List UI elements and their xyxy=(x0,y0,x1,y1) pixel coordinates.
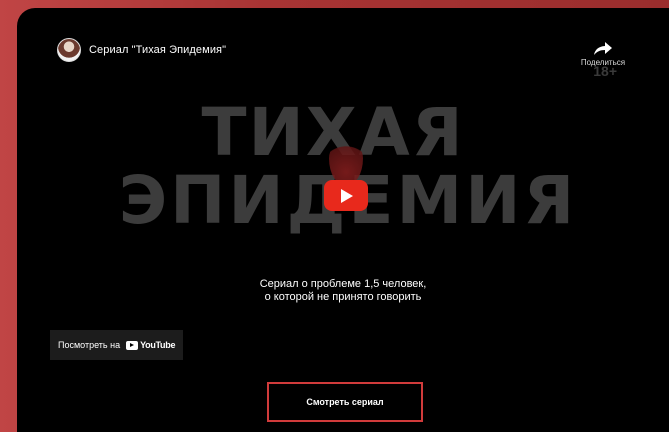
description-line-2: о которой не принято говорить xyxy=(264,291,422,303)
watch-series-label: Смотреть сериал xyxy=(306,397,384,407)
video-title[interactable]: Сериал "Тихая Эпидемия" xyxy=(89,44,226,56)
description-line-1: Сериал о проблеме 1,5 человек, xyxy=(259,278,427,290)
watch-on-youtube-button[interactable]: Посмотреть на YouTube xyxy=(50,330,184,360)
video-player[interactable]: Сериал "Тихая Эпидемия" Поделиться 18+ Т… xyxy=(17,8,669,432)
share-arrow-icon xyxy=(594,42,612,55)
video-description: Сериал о проблеме 1,5 человек, о которой… xyxy=(17,278,669,304)
page: Сериал "Тихая Эпидемия" Поделиться 18+ Т… xyxy=(0,0,669,432)
watch-series-button[interactable]: Смотреть сериал xyxy=(267,382,423,422)
watch-on-label: Посмотреть на xyxy=(58,340,121,350)
player-header: Сериал "Тихая Эпидемия" xyxy=(57,38,226,62)
youtube-logo: YouTube xyxy=(126,340,175,350)
youtube-play-icon[interactable] xyxy=(324,180,368,211)
youtube-brand-text: YouTube xyxy=(140,340,176,350)
age-rating-badge: 18+ xyxy=(593,63,617,79)
channel-avatar[interactable] xyxy=(57,38,81,62)
youtube-logo-icon xyxy=(126,340,139,350)
